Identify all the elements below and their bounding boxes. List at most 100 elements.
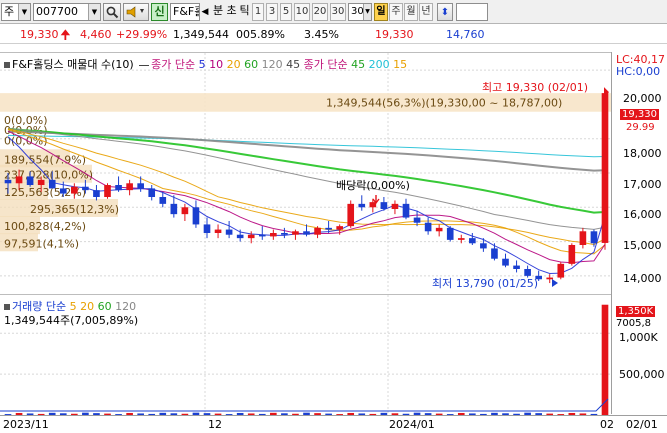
legend-square-icon: [4, 304, 10, 310]
minute-button[interactable]: 분: [211, 3, 225, 21]
candle: [491, 243, 498, 261]
candle: [148, 185, 156, 201]
triangle-left-icon: ◀: [201, 7, 209, 17]
price-change: 4,460: [80, 28, 112, 41]
candle: [115, 176, 122, 192]
new-badge[interactable]: 신: [151, 3, 168, 21]
tab-day[interactable]: 일: [374, 3, 388, 21]
updown-button[interactable]: ⬍: [437, 3, 453, 21]
market-select[interactable]: 주 ▼: [1, 3, 31, 21]
candle: [601, 93, 609, 250]
interval-label: 3: [268, 6, 276, 17]
sound-button[interactable]: [123, 3, 149, 21]
price-change-pct: +29.99%: [116, 28, 168, 41]
candle-body: [281, 233, 288, 235]
interval-10[interactable]: 10: [294, 3, 310, 21]
candle-body: [402, 203, 410, 218]
min-marker-icon: [552, 279, 558, 288]
candle-body: [413, 217, 421, 223]
candle-body: [115, 185, 122, 191]
ma-legend-20: 20: [226, 58, 241, 71]
price-chart-pane[interactable]: 0(0,0%) 0(0,0%) 0(0,0%) 189,554(7.9%) 237,02…: [0, 52, 611, 293]
tick-14000: 14,000: [623, 272, 662, 285]
search-button[interactable]: [103, 3, 121, 21]
candle-body: [568, 245, 576, 264]
candle-body: [601, 93, 609, 243]
candle-body: [137, 183, 144, 189]
volume-value: 1,349,544: [173, 28, 229, 41]
low-price: 14,760: [446, 28, 485, 41]
volume-bar: [601, 304, 609, 415]
candle: [579, 227, 587, 249]
interval-20[interactable]: 20: [312, 3, 328, 21]
interval-label: 5: [282, 6, 290, 17]
code-input[interactable]: 007700 ▼: [33, 3, 101, 21]
updown-arrow-icon: ⬍: [440, 7, 450, 18]
ma-legend-5: 5: [198, 58, 206, 71]
candle-body: [292, 231, 299, 235]
interval-custom[interactable]: 30 ▼: [348, 3, 372, 21]
candle: [137, 176, 144, 192]
candle-body: [336, 226, 343, 230]
interval-label: 30: [351, 6, 364, 17]
candle-body: [391, 203, 399, 209]
candle: [480, 238, 487, 252]
tab-year[interactable]: 년: [419, 3, 433, 21]
volume-profile-label: 295,365(12,3%): [30, 203, 119, 216]
candle-body: [15, 176, 23, 184]
second-label: 초: [226, 4, 237, 17]
candle-body: [192, 207, 200, 225]
prev-button[interactable]: ◀: [200, 3, 210, 21]
candle-body: [236, 234, 244, 239]
stock-name-label: F&F홀: [173, 5, 199, 18]
candle-body: [424, 222, 432, 232]
candle-body: [590, 231, 598, 244]
candle: [270, 229, 277, 240]
highlight-band-label: 1,349,544(56,3%)(19,330,00 ~ 18,787,00): [326, 97, 562, 110]
candle: [192, 200, 200, 228]
candle: [524, 265, 531, 278]
interval-30[interactable]: 30: [330, 3, 346, 21]
ma-legend-label-2: 종가 단순: [303, 58, 348, 71]
code-value: 007700: [36, 5, 78, 18]
candle-body: [347, 203, 355, 227]
candle-body: [104, 185, 111, 197]
candle-body: [37, 179, 45, 185]
legend-square-icon: [4, 62, 10, 68]
candle: [159, 191, 167, 208]
tick-button[interactable]: 틱: [238, 3, 251, 21]
second-button[interactable]: 초: [225, 3, 238, 21]
interval-label: 20: [313, 6, 327, 17]
ma-legend-10: 10: [209, 58, 224, 71]
candle-body: [159, 197, 167, 204]
tab-week[interactable]: 주: [389, 3, 403, 21]
candle: [568, 243, 576, 266]
ma-legend-45: 45: [286, 58, 301, 71]
candle: [203, 217, 211, 239]
candle-body: [181, 207, 189, 215]
interval-5[interactable]: 5: [280, 3, 292, 21]
quote-bar: 19,330 🠉 4,460 +29.99% 1,349,544 005.89%…: [0, 26, 667, 44]
candle-body: [435, 227, 443, 232]
candle-body: [214, 229, 222, 233]
tab-month[interactable]: 월: [404, 3, 418, 21]
candle-body: [82, 186, 89, 191]
toolbar-input[interactable]: [456, 3, 488, 21]
candle-body: [380, 202, 388, 209]
interval-3[interactable]: 3: [266, 3, 278, 21]
date-label-2024-01: 2024/01: [389, 418, 435, 431]
candle: [225, 221, 233, 239]
interval-label: 1: [254, 6, 262, 17]
tick-20000: 20,000: [623, 92, 662, 105]
right-axis[interactable]: LC:40,17 HC:0,00 20,000 19,330 29.99 18,…: [611, 52, 667, 414]
interval-label: 30: [331, 6, 345, 17]
date-label-02: 02: [600, 418, 614, 431]
ma-legend-120: 120: [261, 58, 283, 71]
candle-body: [303, 231, 310, 235]
volume-chart-pane[interactable]: 거래량 단순 5 20 60 120 1,349,544주(7,005,89%): [0, 294, 611, 415]
interval-1[interactable]: 1: [252, 3, 264, 21]
tick-16000: 16,000: [623, 208, 662, 221]
up-arrow-icon: 🠉: [60, 28, 71, 43]
candle: [380, 197, 388, 211]
candle: [358, 195, 366, 211]
